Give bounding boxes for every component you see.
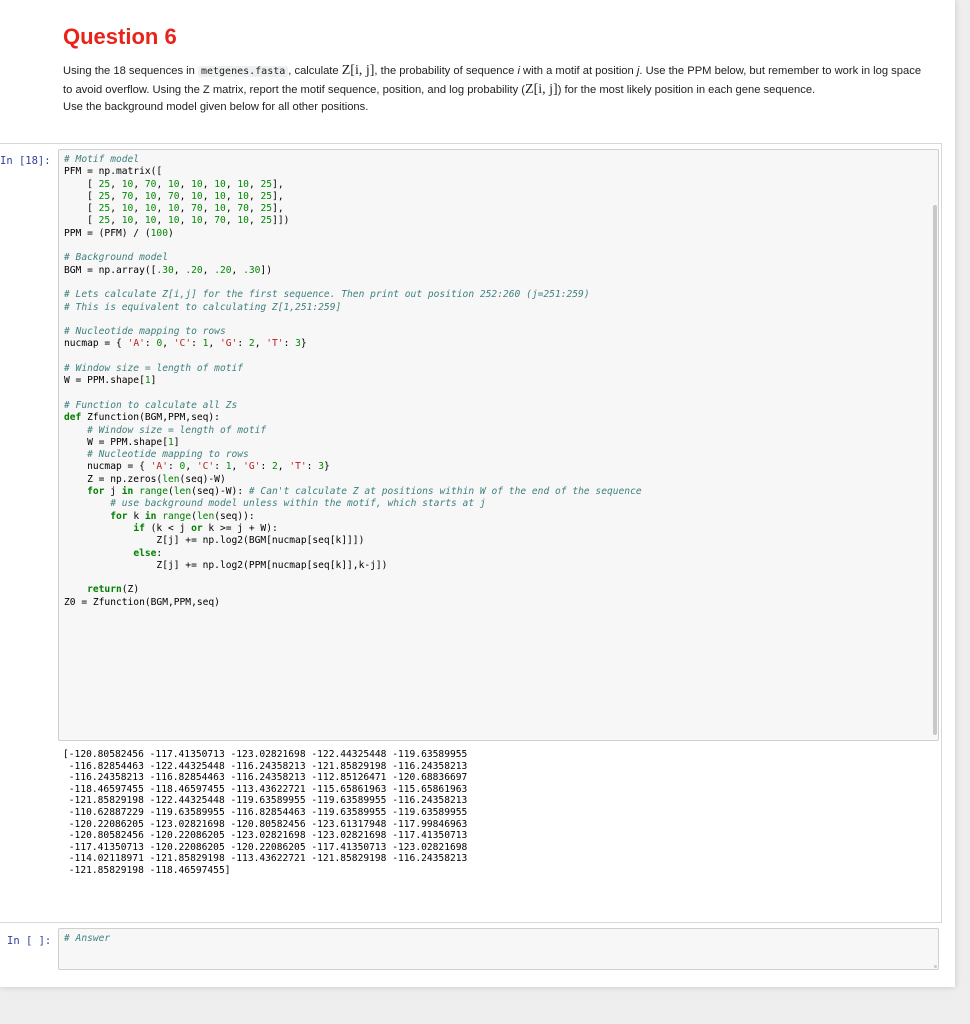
code-line: PPM = (PFM) / (100) [64, 227, 174, 239]
code-line: Z0 = Zfunction(BGM,PPM,seq) [64, 596, 220, 608]
code-line: # Lets calculate Z[i,j] for the first se… [64, 289, 590, 301]
text-segment: Using the 18 sequences in [63, 65, 198, 77]
code-line: # This is equivalent to calculating Z[1,… [64, 301, 342, 313]
code-line: # Nucleotide mapping to rows [87, 449, 249, 461]
code-line: Z = np.zeros(len(seq)-W) [64, 473, 226, 485]
question-description: Using the 18 sequences in metgenes.fasta… [63, 62, 928, 117]
answer-comment: # Answer [64, 933, 111, 944]
question-title: Question 6 [63, 24, 177, 49]
code-line: return(Z) [87, 584, 140, 596]
filename-code: metgenes.fasta [197, 66, 289, 77]
output-line: [-120.80582456 -117.41350713 -123.028216… [63, 749, 468, 760]
cell-2-code[interactable]: # Answer [64, 933, 110, 945]
z-symbol: Z[i, j] [525, 81, 558, 97]
code-line: if (k < j or k >= j + W): [133, 522, 278, 534]
code-line: # Function to calculate all Zs [64, 399, 238, 411]
code-scrollbar[interactable] [934, 965, 937, 968]
question-paragraph-2: Use the background model given below for… [63, 101, 369, 113]
code-line: [ 25, 70, 10, 70, 10, 10, 10, 25], [64, 190, 284, 202]
code-line: # Window size = length of motif [64, 363, 244, 375]
code-line: [ 25, 10, 10, 10, 10, 70, 10, 25]]) [64, 215, 290, 227]
output-line: -116.24358213 -116.82854463 -116.2435821… [63, 772, 468, 784]
cell-1-code-editor[interactable]: # Motif model PFM = np.matrix([ [ 25, 10… [58, 149, 939, 741]
code-line: # Window size = length of motif [87, 424, 267, 436]
output-line: -121.85829198 -118.46597455] [63, 864, 231, 876]
code-line: for k in range(len(seq)): [110, 510, 255, 522]
code-line: W = PPM.shape[1] [64, 375, 157, 387]
output-line: -116.82854463 -122.44325448 -116.2435821… [63, 760, 468, 772]
output-line: -120.22086205 -123.02821698 -120.8058245… [63, 818, 468, 830]
code-line: PFM = np.matrix([ [64, 166, 163, 178]
code-line: for j in range(len(seq)-W): # Can't calc… [87, 486, 642, 498]
question-paragraph-1: Using the 18 sequences in metgenes.fasta… [63, 62, 928, 99]
code-scrollbar[interactable] [933, 205, 937, 735]
output-line: -120.80582456 -120.22086205 -123.0282169… [63, 830, 468, 842]
cell-1-code[interactable]: # Motif model PFM = np.matrix([ [ 25, 10… [64, 154, 642, 609]
code-line: BGM = np.array([.30, .20, .20, .30]) [64, 264, 272, 276]
code-line: # use background model unless within the… [110, 498, 486, 510]
code-line: W = PPM.shape[1] [64, 436, 180, 448]
text-segment: , the probability of sequence [374, 65, 518, 77]
code-line: # Nucleotide mapping to rows [64, 326, 226, 338]
cell-2-code-editor[interactable]: # Answer [58, 928, 939, 970]
output-line: -110.62887229 -119.63589955 -116.8285446… [63, 806, 468, 818]
code-line: [ 25, 10, 70, 10, 10, 10, 10, 25], [64, 178, 284, 190]
code-line: else: [133, 547, 163, 559]
text-segment: ) for the most likely position in each g… [557, 83, 816, 96]
code-line: def Zfunction(BGM,PPM,seq): [64, 412, 220, 424]
output-line: -121.85829198 -122.44325448 -119.6358995… [63, 795, 468, 807]
code-line: # Background model [64, 252, 168, 264]
output-line: -114.02118971 -121.85829198 -113.4362272… [63, 853, 468, 865]
text-segment: , calculate [288, 65, 342, 77]
notebook-page: Question 6 Using the 18 sequences in met… [0, 0, 955, 987]
z-symbol: Z[i, j] [341, 63, 375, 78]
output-line: -118.46597455 -118.46597455 -113.4362272… [63, 783, 468, 795]
code-line: Z[j] += np.log2(BGM[nucmap[seq[k]]]) [156, 535, 365, 547]
code-line: # Motif model [64, 154, 140, 165]
code-line: [ 25, 10, 10, 10, 70, 10, 70, 25], [64, 203, 284, 215]
code-line: nucmap = { 'A': 0, 'C': 1, 'G': 2, 'T': … [64, 461, 330, 473]
cell-1-output: [-120.80582456 -117.41350713 -123.028216… [63, 749, 467, 877]
output-line: -117.41350713 -120.22086205 -120.2208620… [63, 841, 468, 853]
cell-1-prompt: In [18]: [0, 155, 51, 167]
text-segment: with a motif at position [519, 65, 637, 77]
cell-2-prompt: In [ ]: [7, 935, 52, 947]
code-line: Z[j] += np.log2(PPM[nucmap[seq[k]],k-j]) [156, 559, 388, 571]
code-line: nucmap = { 'A': 0, 'C': 1, 'G': 2, 'T': … [64, 338, 307, 350]
